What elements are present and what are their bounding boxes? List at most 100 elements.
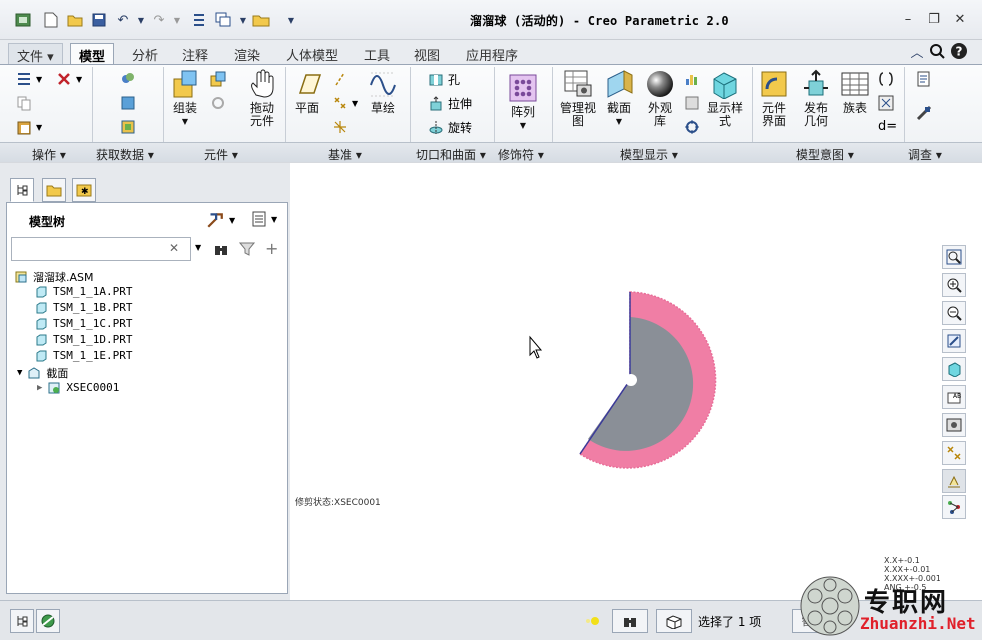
tab-favorites[interactable]: ✱	[72, 178, 96, 202]
display-style-button[interactable]: 显示样 式	[704, 69, 746, 128]
redo-icon[interactable]: ↷	[150, 11, 168, 29]
family-table-button[interactable]: 族表	[840, 69, 870, 115]
axis-button[interactable]	[332, 71, 352, 87]
extrude-button[interactable]: 拉伸	[428, 95, 472, 112]
display-grid-button[interactable]	[684, 95, 704, 111]
paste-button[interactable]: ▼	[16, 119, 42, 135]
group-components[interactable]: 元件 ▾	[204, 146, 238, 163]
tab-model-tree[interactable]	[10, 178, 34, 202]
d-equals-button[interactable]: d=	[878, 119, 897, 134]
tab-tools[interactable]: 工具	[356, 43, 398, 64]
repaint-icon[interactable]	[942, 329, 966, 353]
graphics-window[interactable]: 修剪状态:XSEC0001 X.X+-0.1 X.XX+-0.01 X.XXX+…	[290, 163, 941, 600]
group-datum[interactable]: 基准 ▾	[328, 146, 362, 163]
sketch-button[interactable]: 草绘	[368, 69, 398, 115]
tree-part-item[interactable]: TSM_1_1B.PRT	[35, 301, 132, 314]
copy-button[interactable]	[16, 95, 36, 111]
view-manager-icon[interactable]	[942, 413, 966, 437]
coordinate-system-button[interactable]	[332, 119, 352, 135]
group-cut-surface[interactable]: 切口和曲面 ▾	[416, 146, 486, 163]
annotation-display-icon[interactable]	[942, 469, 966, 493]
model-viewport[interactable]	[290, 163, 940, 600]
close-icon[interactable]: ✕	[950, 10, 970, 28]
collapse-ribbon-icon[interactable]: ︿	[908, 42, 926, 61]
tab-analysis[interactable]: 分析	[124, 43, 166, 64]
group-modifiers[interactable]: 修饰符 ▾	[498, 146, 544, 163]
redo-dropdown-icon[interactable]: ▼	[168, 11, 186, 29]
tab-file[interactable]: 文件 ▾	[8, 43, 63, 65]
new-file-icon[interactable]	[42, 11, 60, 29]
display-style-view-icon[interactable]	[942, 357, 966, 381]
regenerate-icon[interactable]	[190, 11, 208, 29]
point-button[interactable]: ▼	[332, 95, 358, 111]
zoom-out-icon[interactable]	[942, 301, 966, 325]
section-button[interactable]: 截面 ▼	[604, 69, 634, 128]
help-icon[interactable]: ?	[950, 42, 968, 60]
tab-annotate[interactable]: 注释	[174, 43, 216, 64]
tree-part-item[interactable]: TSM_1_1D.PRT	[35, 333, 132, 346]
assemble-button[interactable]: 组装 ▼	[170, 69, 200, 128]
delete-button[interactable]: ▼	[56, 71, 82, 87]
merge-inheritance-button[interactable]	[120, 95, 140, 111]
copy-geometry-button[interactable]	[120, 71, 140, 87]
undo-icon[interactable]: ↶	[114, 11, 132, 29]
show-columns-button[interactable]: ▼	[251, 211, 277, 227]
search-dropdown-icon[interactable]: ▼	[195, 243, 201, 252]
filter-icon[interactable]	[239, 241, 259, 257]
tab-manikin[interactable]: 人体模型	[278, 43, 346, 64]
appearance-gallery-button[interactable]: 外观 库	[644, 69, 676, 128]
save-icon[interactable]	[90, 11, 108, 29]
show-navigator-icon[interactable]	[10, 609, 34, 633]
group-get-data[interactable]: 获取数据 ▾	[96, 146, 154, 163]
shrinkwrap-button[interactable]	[120, 119, 140, 135]
windows-dropdown-icon[interactable]: ▼	[234, 11, 252, 29]
tree-section-item[interactable]: ▶ XSEC0001	[37, 381, 119, 394]
add-icon[interactable]: +	[265, 239, 278, 258]
component-interface-button[interactable]: 元件 界面	[756, 69, 792, 128]
display-chart-button[interactable]	[684, 71, 704, 87]
tab-model[interactable]: 模型	[70, 43, 115, 65]
expanded-arrow-icon[interactable]: ▼	[17, 368, 22, 378]
tab-render[interactable]: 渲染	[226, 43, 268, 64]
repeat-button[interactable]	[210, 95, 230, 111]
tab-folder-browser[interactable]	[42, 178, 66, 202]
datum-display-icon[interactable]	[942, 441, 966, 465]
create-component-button[interactable]	[210, 71, 230, 87]
selection-filter-icon[interactable]	[656, 609, 692, 633]
bill-of-materials-button[interactable]	[916, 71, 936, 87]
tree-part-item[interactable]: TSM_1_1A.PRT	[35, 285, 132, 298]
plane-button[interactable]: 平面	[292, 69, 322, 115]
relations-button[interactable]	[878, 71, 898, 87]
revolve-button[interactable]: 旋转	[428, 119, 472, 136]
drag-components-button[interactable]: 拖动 元件	[244, 69, 280, 128]
zoom-in-icon[interactable]	[942, 273, 966, 297]
spin-center-icon[interactable]	[942, 495, 966, 519]
tree-part-item[interactable]: TSM_1_1E.PRT	[35, 349, 132, 362]
open-folder-icon[interactable]	[66, 11, 84, 29]
tree-sections-folder[interactable]: ▼ 截面	[17, 365, 68, 381]
saved-orientations-icon[interactable]: AB	[942, 385, 966, 409]
windows-icon[interactable]	[214, 11, 232, 29]
find-icon[interactable]	[213, 241, 233, 257]
find-status-icon[interactable]	[612, 609, 648, 633]
tree-settings-button[interactable]: ▼	[205, 211, 235, 229]
tree-root-assembly[interactable]: 溜溜球.ASM	[15, 269, 94, 285]
search-icon[interactable]	[928, 42, 946, 60]
hole-button[interactable]: 孔	[428, 71, 460, 88]
tree-part-item[interactable]: TSM_1_1C.PRT	[35, 317, 132, 330]
minimize-icon[interactable]: –	[898, 10, 918, 28]
group-model-intent[interactable]: 模型意图 ▾	[796, 146, 854, 163]
undo-dropdown-icon[interactable]: ▼	[132, 11, 150, 29]
group-investigate[interactable]: 调查 ▾	[908, 146, 942, 163]
pattern-button[interactable]: 阵列 ▼	[508, 73, 538, 132]
show-browser-icon[interactable]	[36, 609, 60, 633]
close-window-folder-icon[interactable]	[252, 11, 270, 29]
reference-viewer-button[interactable]	[916, 105, 936, 121]
clear-search-icon[interactable]: ✕	[169, 241, 179, 255]
maximize-icon[interactable]: ❐	[924, 10, 944, 28]
manage-views-button[interactable]: 管理视 图	[558, 69, 598, 128]
group-operations[interactable]: 操作 ▾	[32, 146, 66, 163]
collapsed-arrow-icon[interactable]: ▶	[37, 383, 42, 393]
refit-icon[interactable]	[942, 245, 966, 269]
regenerate-button[interactable]: ▼	[16, 71, 42, 87]
